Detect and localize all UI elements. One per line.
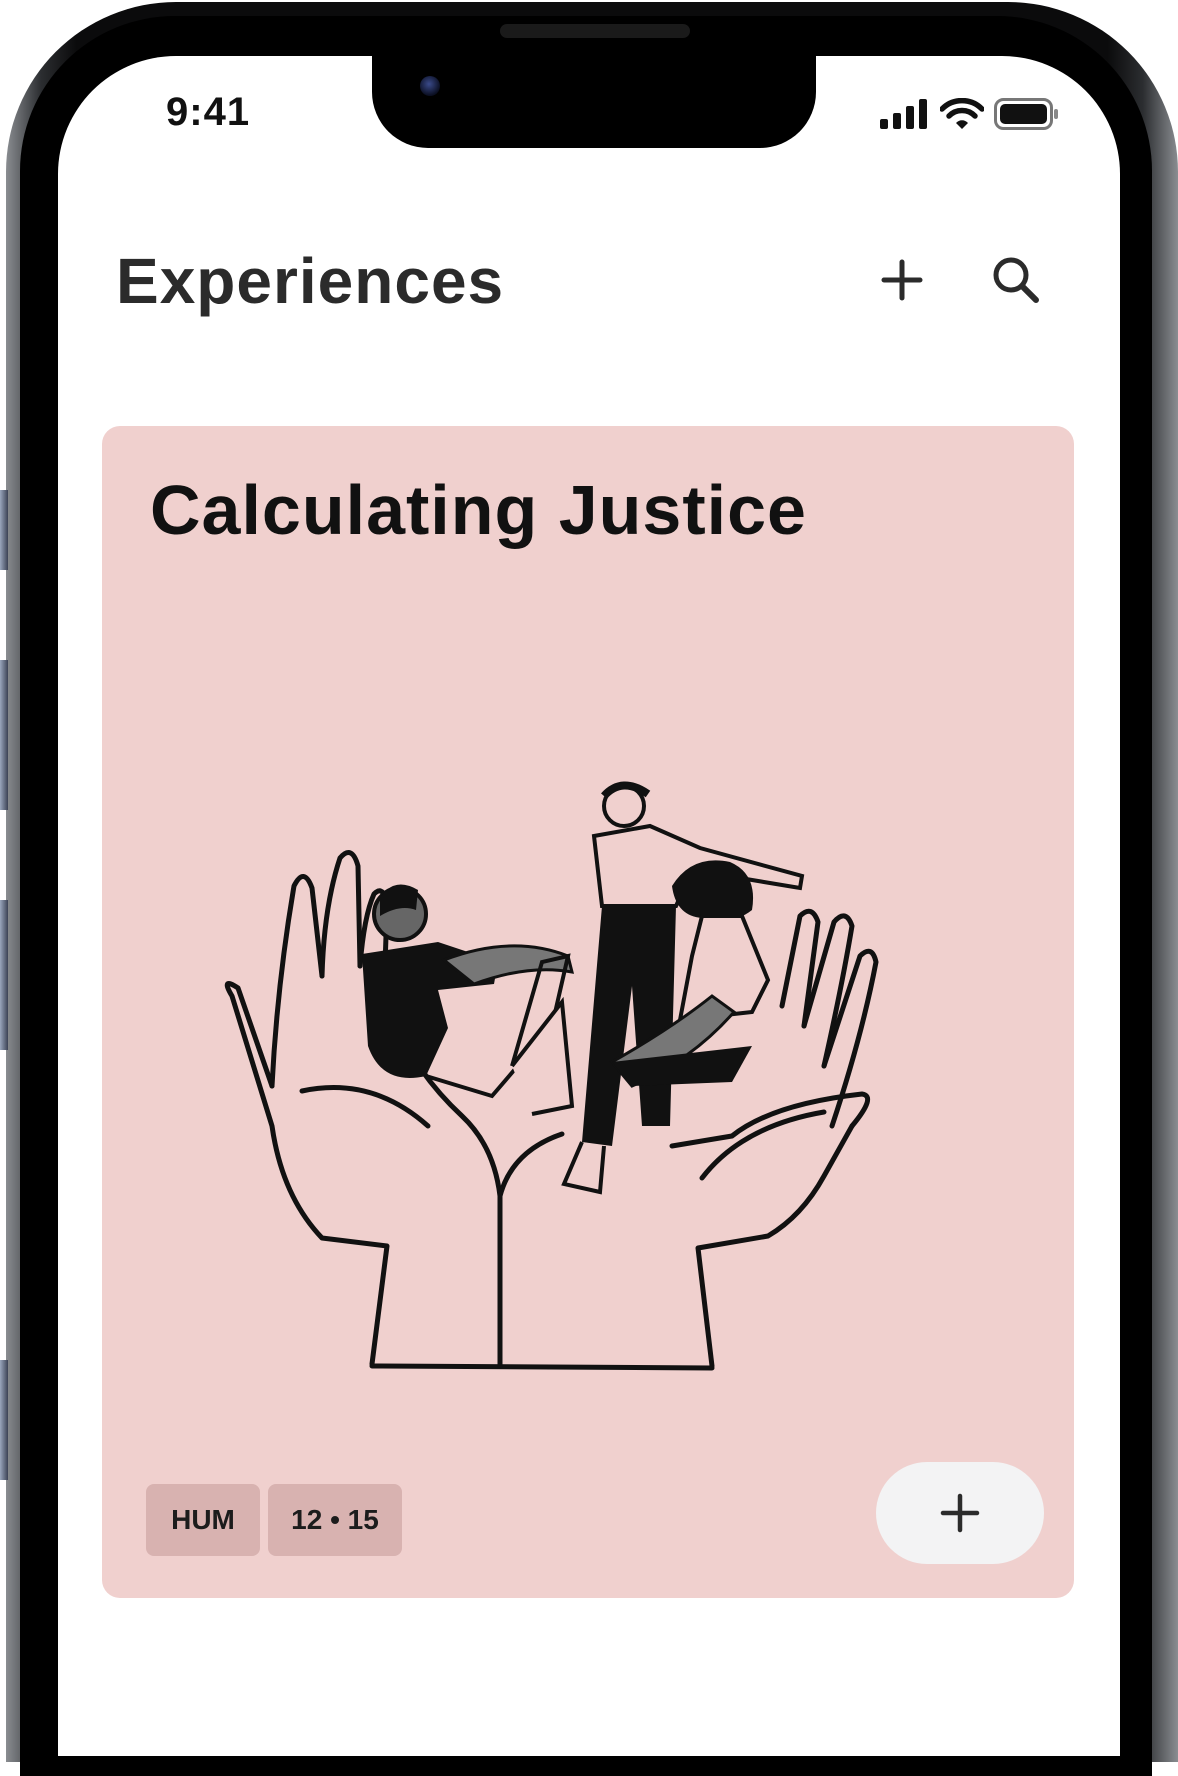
wifi-icon <box>940 98 984 129</box>
signal-icon <box>880 99 927 129</box>
card-title: Calculating Justice <box>150 471 807 549</box>
tag-grades: 12 • 15 <box>268 1484 402 1556</box>
battery-icon <box>994 98 1058 130</box>
camera-icon <box>420 76 440 96</box>
status-icons <box>880 94 1060 134</box>
add-button[interactable] <box>874 252 930 308</box>
experience-card[interactable]: Calculating Justice HUM 12 • 15 <box>102 426 1074 1598</box>
hands-illustration <box>224 781 879 1371</box>
figure-left <box>362 884 575 1116</box>
status-time: 9:41 <box>166 90 251 134</box>
side-button <box>0 490 8 570</box>
screen: 9:41 Experiences Calculating Justice HUM… <box>58 56 1120 1756</box>
volume-down-button <box>0 900 8 1050</box>
speaker-slot <box>500 24 690 38</box>
side-button-lower <box>0 1360 8 1480</box>
plus-icon <box>940 1493 980 1533</box>
search-icon <box>993 257 1039 303</box>
tag-subject: HUM <box>146 1484 260 1556</box>
search-button[interactable] <box>988 252 1044 308</box>
volume-up-button <box>0 660 8 810</box>
header: Experiences <box>116 234 1046 324</box>
card-add-button[interactable] <box>876 1462 1044 1564</box>
notch <box>372 56 816 148</box>
page-title: Experiences <box>116 245 505 317</box>
plus-icon <box>881 259 923 301</box>
